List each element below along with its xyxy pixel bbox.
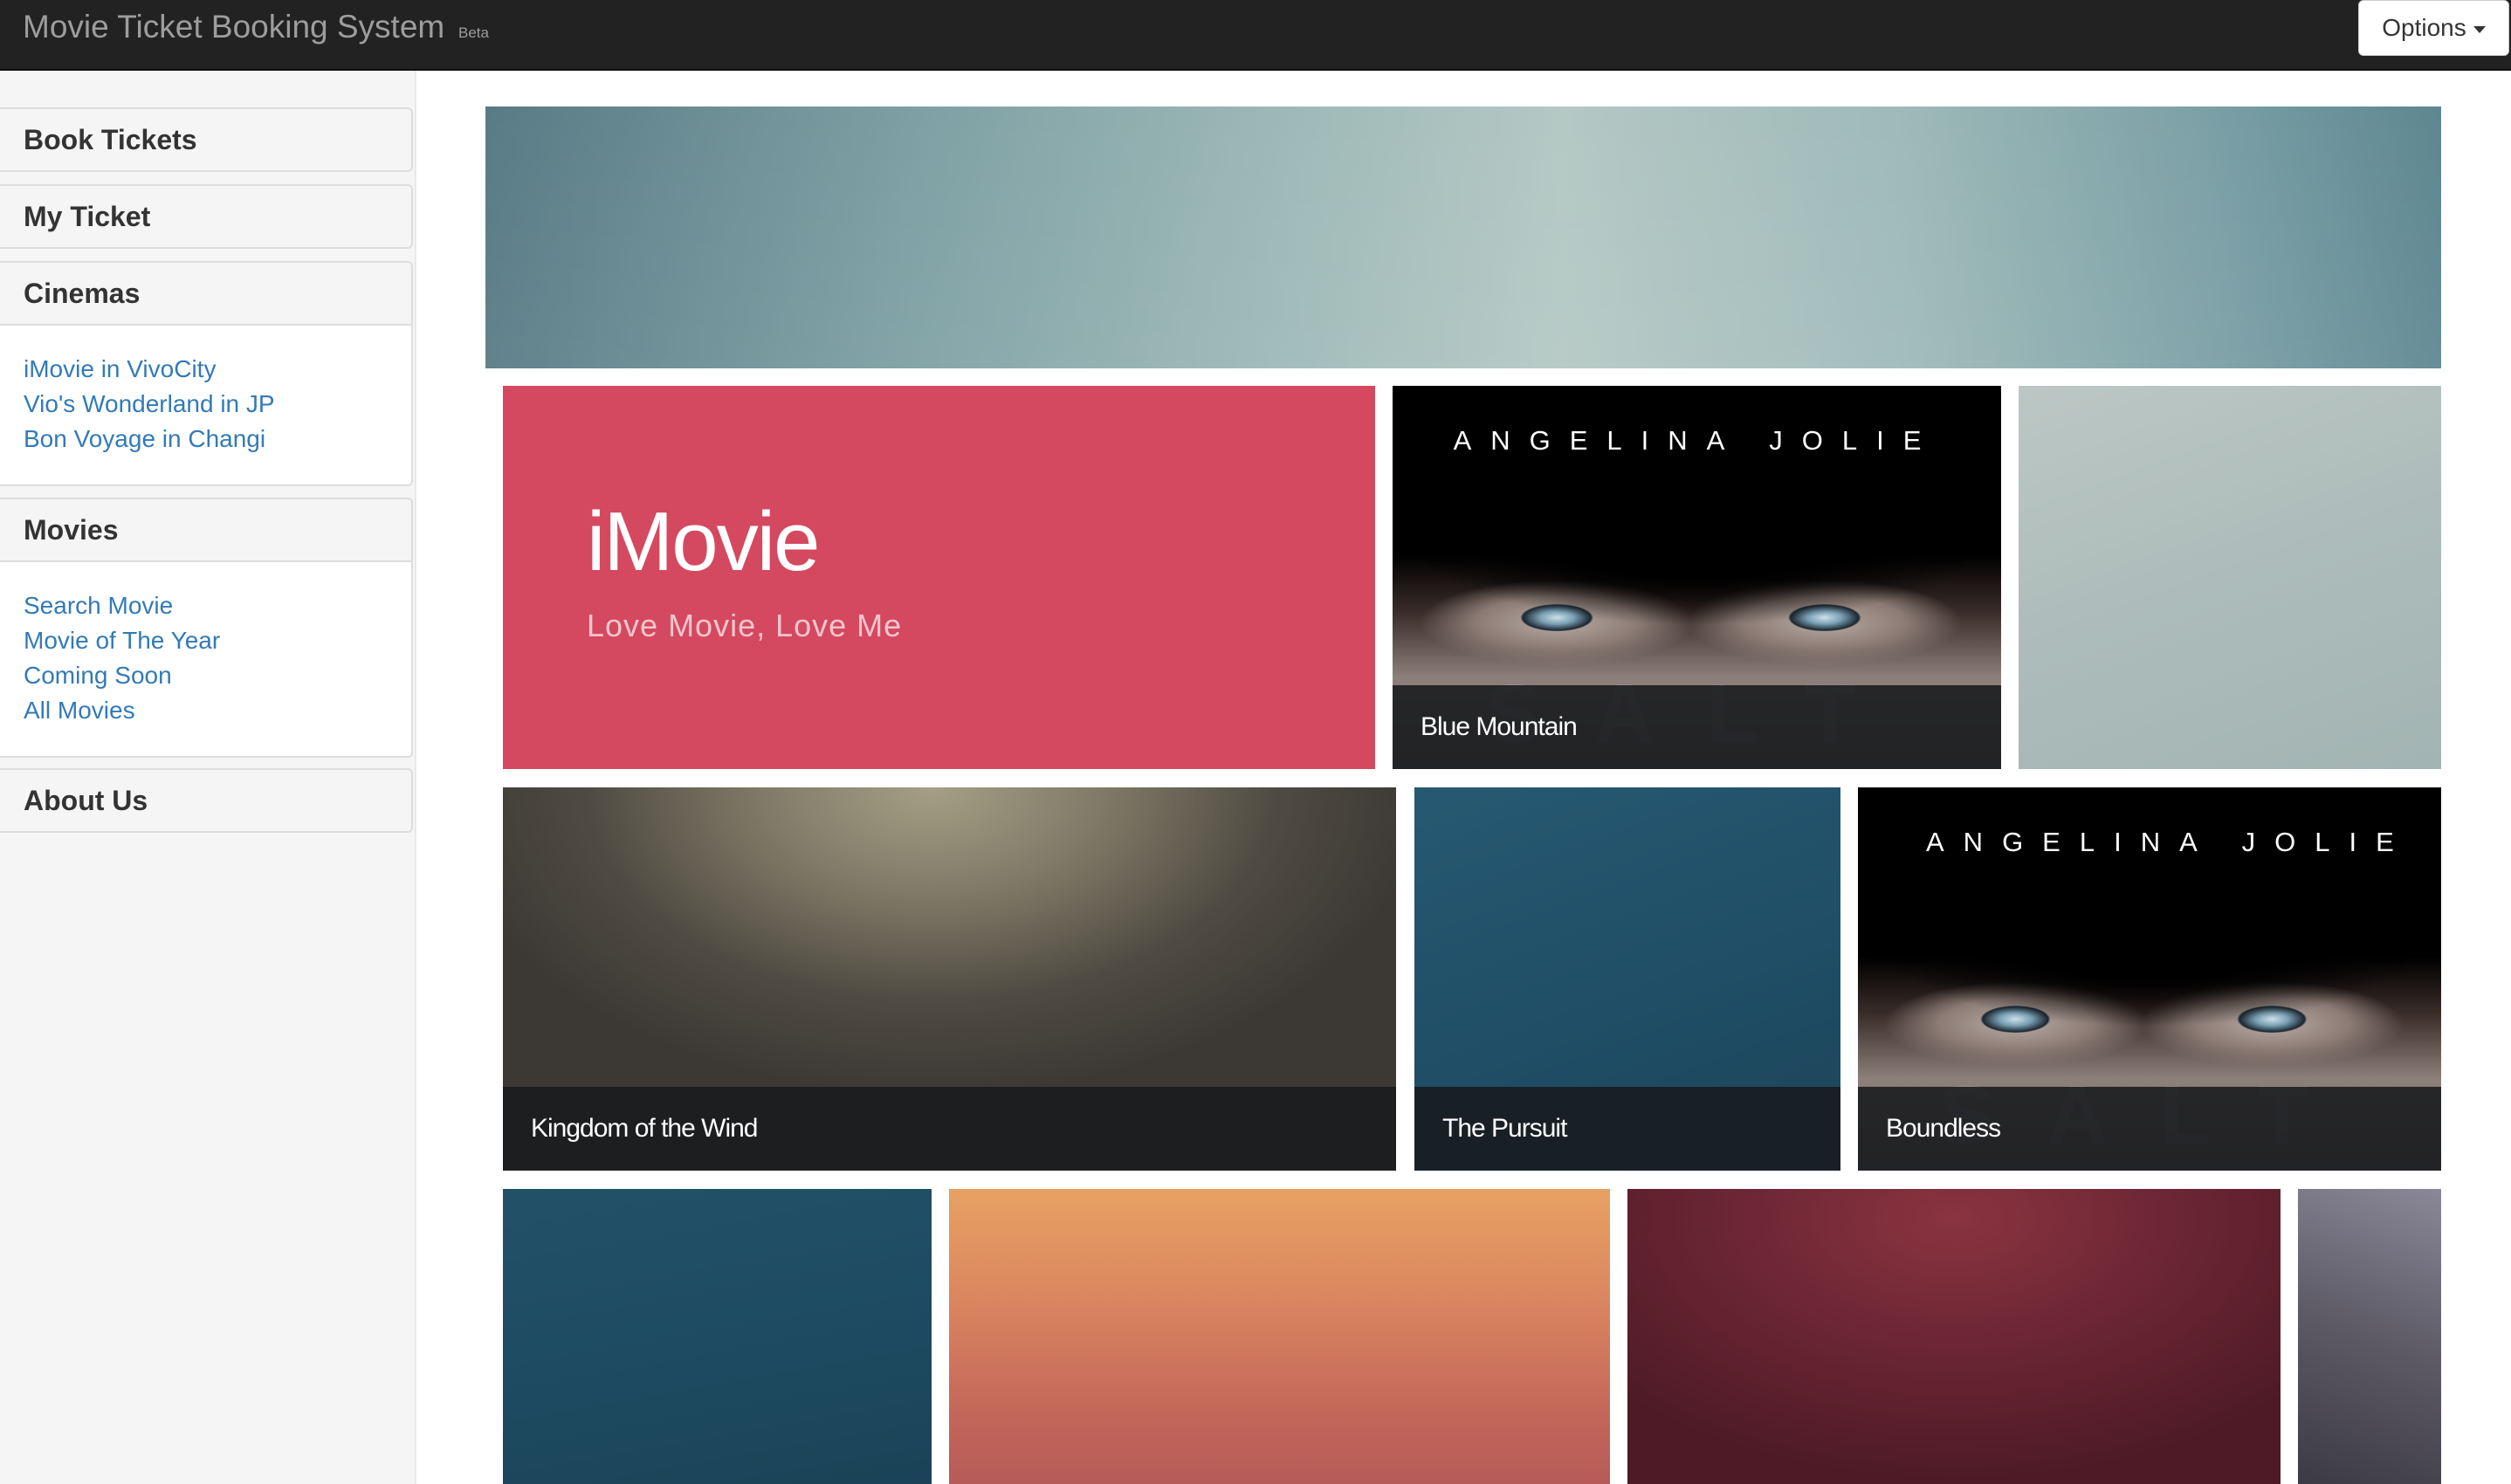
- movie-tile-placeholder[interactable]: [2019, 386, 2441, 769]
- movie-tile[interactable]: [949, 1189, 1610, 1484]
- sidebar-heading-cinemas[interactable]: Cinemas: [0, 261, 413, 326]
- hero-banner: [485, 106, 2441, 368]
- poster-shadow: [1428, 508, 1965, 655]
- movie-caption: Blue Mountain: [1393, 685, 2001, 769]
- cinemas-list: iMovie in VivoCity Vio's Wonderland in J…: [0, 326, 413, 486]
- top-navbar: Movie Ticket Booking System Beta Options: [0, 0, 2511, 71]
- movie-link-all-movies[interactable]: All Movies: [24, 693, 411, 728]
- cinema-link-changi[interactable]: Bon Voyage in Changi: [24, 422, 411, 457]
- imovie-brand-tile[interactable]: iMovie Love Movie, Love Me: [503, 386, 1375, 769]
- sidebar-item-book-tickets[interactable]: Book Tickets: [0, 107, 413, 172]
- movie-tile-the-pursuit[interactable]: The Pursuit: [1414, 787, 1840, 1171]
- movie-tile[interactable]: [2298, 1189, 2441, 1484]
- caret-down-icon: [2473, 25, 2486, 33]
- poster-credit: ANGELINA JOLIE: [1453, 425, 1941, 456]
- movie-tile-boundless[interactable]: ANGELINA JOLIE SALT Boundless: [1858, 787, 2441, 1171]
- sidebar-item-my-ticket[interactable]: My Ticket: [0, 184, 413, 249]
- options-dropdown-button[interactable]: Options: [2358, 0, 2509, 56]
- movie-link-movie-of-the-year[interactable]: Movie of The Year: [24, 623, 411, 658]
- sidebar: Book Tickets My Ticket Cinemas iMovie in…: [0, 71, 416, 1484]
- sidebar-heading-movies[interactable]: Movies: [0, 498, 413, 562]
- movie-tile[interactable]: [1627, 1189, 2281, 1484]
- options-label: Options: [2382, 14, 2466, 41]
- movie-link-coming-soon[interactable]: Coming Soon: [24, 658, 411, 693]
- brand-tile-title: iMovie: [587, 495, 820, 588]
- movie-tile-blue-mountain[interactable]: ANGELINA JOLIE SALT Blue Mountain: [1393, 386, 2001, 769]
- cinema-link-wonderland[interactable]: Vio's Wonderland in JP: [24, 387, 411, 422]
- movie-link-search[interactable]: Search Movie: [24, 588, 411, 623]
- cinema-link-vivocity[interactable]: iMovie in VivoCity: [24, 352, 411, 387]
- beta-badge: Beta: [458, 24, 489, 41]
- brand-tile-subtitle: Love Movie, Love Me: [587, 608, 903, 643]
- movie-caption: Kingdom of the Wind: [503, 1087, 1396, 1171]
- movie-tile-kingdom-of-the-wind[interactable]: Kingdom of the Wind: [503, 787, 1396, 1171]
- movie-caption: Boundless: [1858, 1087, 2441, 1171]
- movies-list: Search Movie Movie of The Year Coming So…: [0, 562, 413, 758]
- navbar-brand[interactable]: Movie Ticket Booking System: [23, 9, 444, 45]
- movie-tile[interactable]: [503, 1189, 932, 1484]
- poster-credit: ANGELINA JOLIE: [1926, 827, 2413, 857]
- sidebar-item-about-us[interactable]: About Us: [0, 768, 413, 833]
- poster-shadow: [1893, 910, 2406, 1056]
- movie-caption: The Pursuit: [1414, 1087, 1840, 1171]
